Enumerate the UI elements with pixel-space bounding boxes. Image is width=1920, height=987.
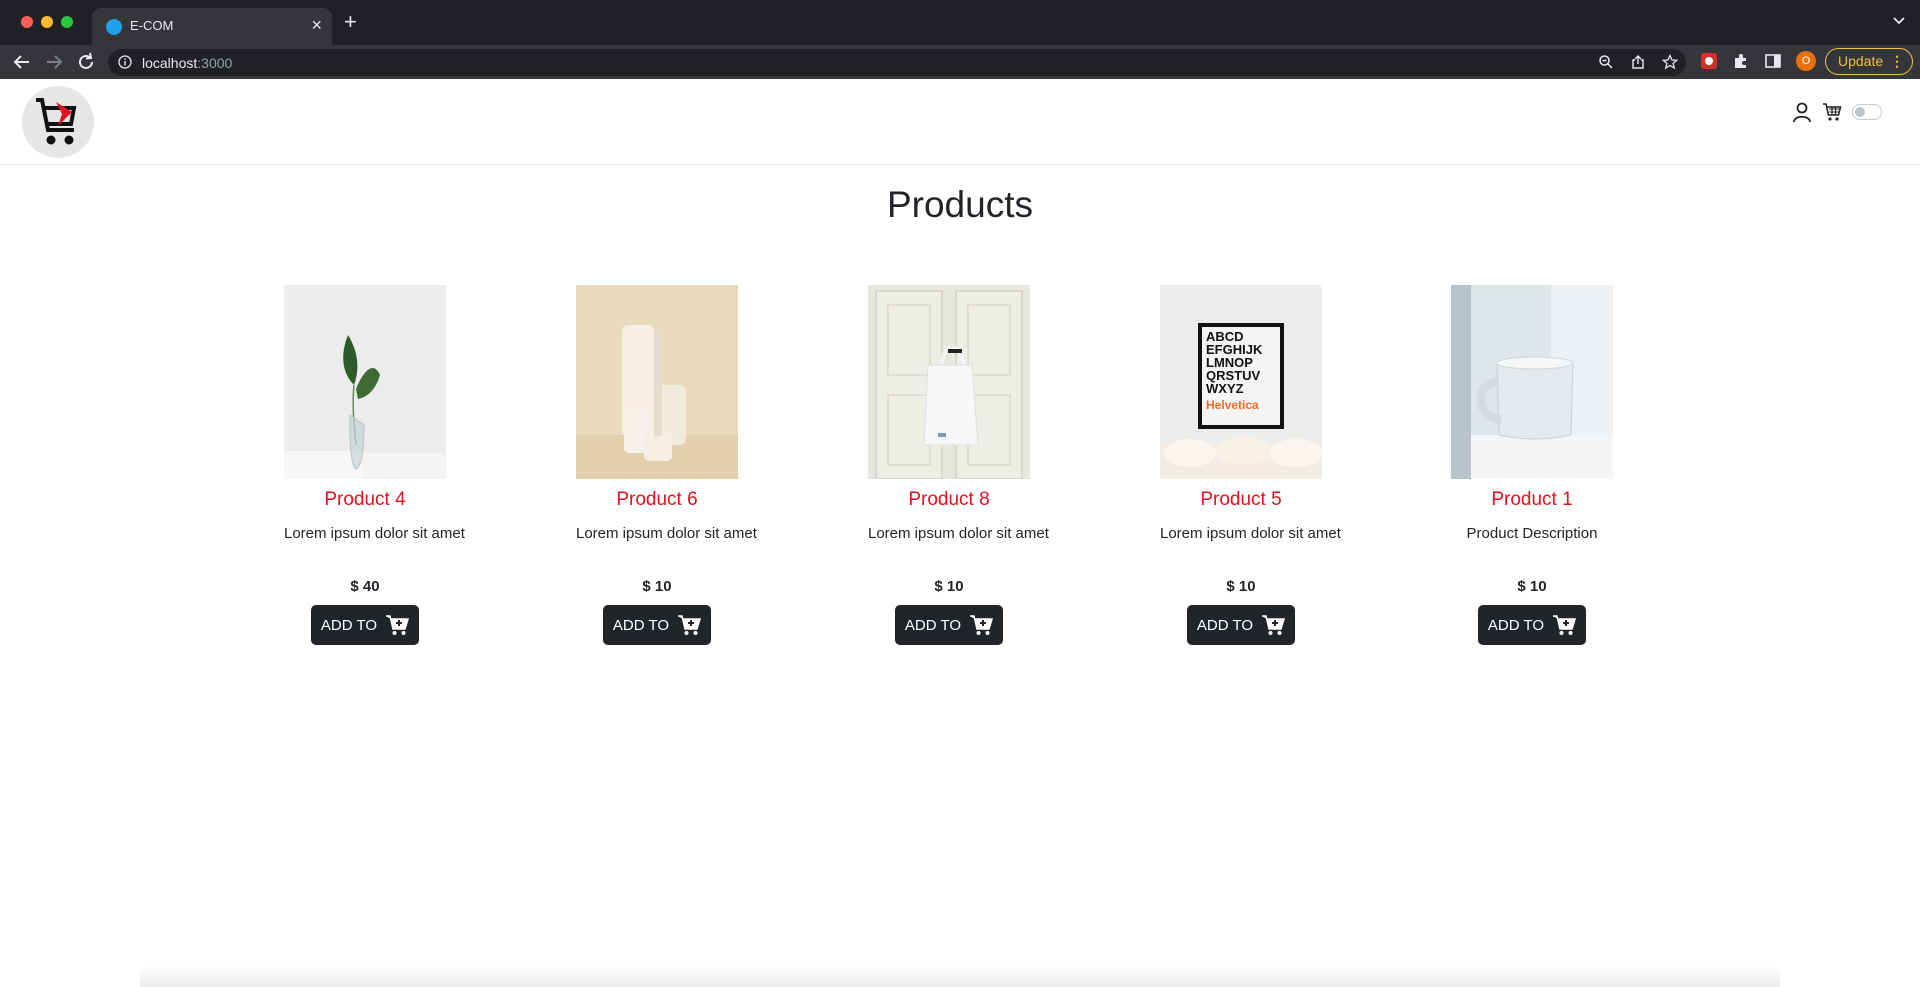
product-price: $ 10 [642, 578, 672, 595]
share-icon[interactable] [1630, 54, 1646, 70]
product-card: Product 8 Lorem ipsum dolor sit amet $ 1… [868, 285, 1049, 645]
reload-icon[interactable] [75, 51, 97, 73]
maximize-window-button[interactable] [61, 16, 73, 28]
product-description: Lorem ipsum dolor sit amet [868, 525, 1049, 542]
add-to-cart-button[interactable]: ADD TO [311, 605, 419, 645]
poster-line: Helvetica [1206, 398, 1259, 412]
cart-logo[interactable] [22, 86, 94, 158]
product-image-poster[interactable]: ABCD EFGHIJK LMNOP QRSTUV WXYZ Helvetica [1160, 285, 1322, 479]
cart-plus-icon [1553, 615, 1577, 635]
zoom-icon[interactable] [1598, 54, 1614, 70]
toggle-knob [1855, 107, 1865, 117]
product-image-mug[interactable] [1451, 285, 1613, 479]
product-description: Lorem ipsum dolor sit amet [576, 525, 757, 542]
product-card: Product 6 Lorem ipsum dolor sit amet $ 1… [576, 285, 757, 645]
bookmark-star-icon[interactable] [1662, 54, 1678, 70]
product-image-tote-bag[interactable] [868, 285, 1030, 479]
product-card: Product 1 Product Description $ 10 ADD T… [1451, 285, 1613, 645]
back-arrow-icon[interactable] [11, 51, 33, 73]
cart-plus-icon [386, 615, 410, 635]
product-description: Lorem ipsum dolor sit amet [1160, 525, 1341, 542]
product-card: ABCD EFGHIJK LMNOP QRSTUV WXYZ Helvetica… [1160, 285, 1341, 645]
product-name[interactable]: Product 4 [284, 489, 446, 511]
cart-icon[interactable] [1822, 102, 1842, 122]
add-to-cart-button[interactable]: ADD TO [1187, 605, 1295, 645]
more-menu-icon[interactable]: ⋮ [1890, 49, 1904, 74]
poster-line: WXYZ [1206, 381, 1244, 396]
extension-red-icon[interactable] [1700, 52, 1718, 70]
browser-titlebar: E-COM × + [0, 0, 1920, 45]
add-to-cart-label: ADD TO [320, 616, 378, 634]
side-panel-icon[interactable] [1764, 52, 1782, 70]
close-tab-icon[interactable]: × [311, 15, 322, 35]
tab-search-chevron-icon[interactable] [1892, 14, 1906, 28]
tab-title: E-COM [130, 18, 174, 33]
app-header [0, 79, 1920, 165]
add-to-cart-label: ADD TO [904, 616, 962, 634]
product-name[interactable]: Product 5 [1160, 489, 1322, 511]
product-image-plant[interactable] [284, 285, 446, 479]
url-text: localhost:3000 [142, 55, 233, 71]
product-price: $ 10 [1517, 578, 1547, 595]
address-bar[interactable]: localhost:3000 [108, 49, 1686, 76]
product-card: Product 4 Lorem ipsum dolor sit amet $ 4… [284, 285, 465, 645]
product-description: Product Description [1466, 525, 1598, 542]
product-price: $ 10 [934, 578, 964, 595]
browser-tab[interactable]: E-COM × [92, 8, 332, 45]
product-name[interactable]: Product 1 [1451, 489, 1613, 511]
add-to-cart-button[interactable]: ADD TO [895, 605, 1003, 645]
add-to-cart-label: ADD TO [1196, 616, 1254, 634]
extensions-puzzle-icon[interactable] [1732, 52, 1750, 70]
page-title: Products [886, 184, 1033, 225]
profile-avatar[interactable]: O [1796, 51, 1816, 71]
favicon-icon [106, 19, 122, 35]
add-to-cart-button[interactable]: ADD TO [603, 605, 711, 645]
cart-plus-icon [678, 615, 702, 635]
cart-plus-icon [1262, 615, 1286, 635]
product-name[interactable]: Product 6 [576, 489, 738, 511]
cart-plus-icon [970, 615, 994, 635]
product-description: Lorem ipsum dolor sit amet [284, 525, 465, 542]
add-to-cart-label: ADD TO [1487, 616, 1545, 634]
page-bottom-shadow [140, 966, 1780, 987]
new-tab-button[interactable]: + [344, 11, 357, 33]
logo-cart-icon [36, 98, 77, 145]
theme-toggle[interactable] [1852, 104, 1882, 120]
product-image-candles[interactable] [576, 285, 738, 479]
product-price: $ 40 [350, 578, 380, 595]
product-price: $ 10 [1226, 578, 1256, 595]
browser-toolbar: localhost:3000 O Update ⋮ [0, 45, 1920, 79]
update-button[interactable]: Update ⋮ [1825, 48, 1913, 75]
add-to-cart-button[interactable]: ADD TO [1478, 605, 1586, 645]
site-info-icon[interactable] [118, 55, 132, 69]
forward-arrow-icon[interactable] [43, 51, 65, 73]
user-icon[interactable] [1792, 101, 1812, 123]
minimize-window-button[interactable] [41, 16, 53, 28]
add-to-cart-label: ADD TO [612, 616, 670, 634]
close-window-button[interactable] [21, 16, 33, 28]
product-name[interactable]: Product 8 [868, 489, 1030, 511]
